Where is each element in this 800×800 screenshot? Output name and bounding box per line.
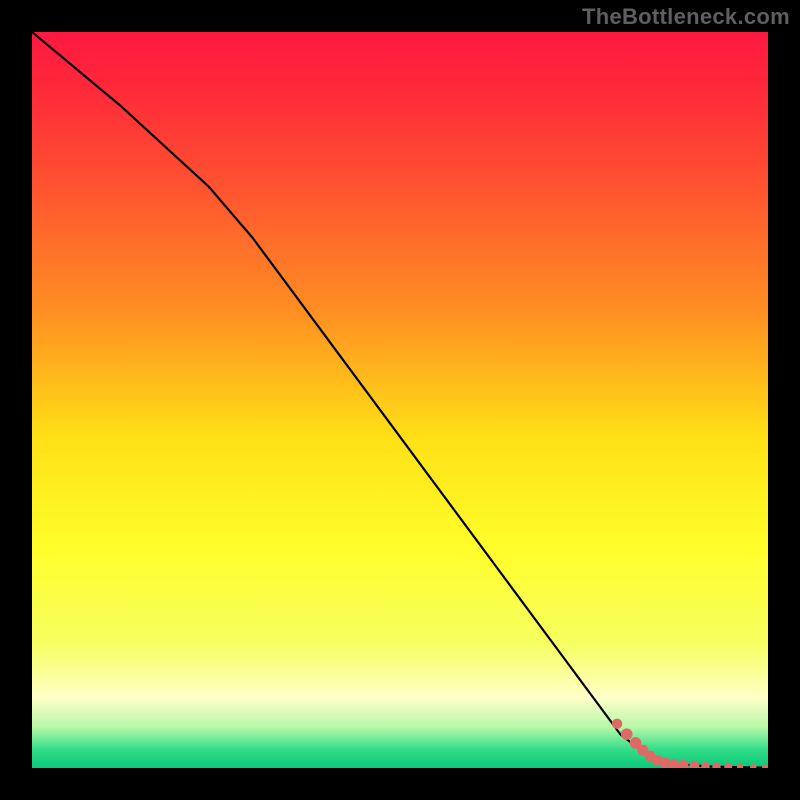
gradient-background (32, 32, 768, 768)
chart-stage: TheBottleneck.com (0, 0, 800, 800)
scatter-point (612, 719, 622, 729)
scatter-point (660, 757, 671, 768)
scatter-point (621, 728, 633, 740)
watermark-text: TheBottleneck.com (582, 4, 790, 30)
plot-area (32, 32, 768, 768)
